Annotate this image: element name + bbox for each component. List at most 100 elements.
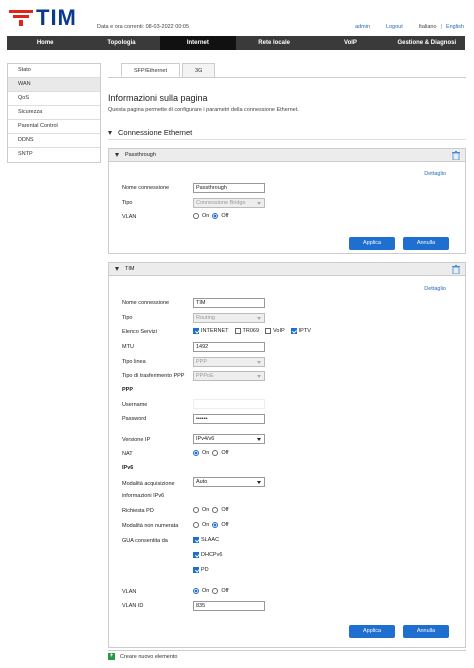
chevron-down-icon	[257, 375, 261, 378]
section-toggle[interactable]: Connessione Ethernet	[108, 128, 192, 137]
vlan-id-input[interactable]: 835	[193, 601, 265, 611]
sidebar-item-qos[interactable]: QoS	[8, 92, 100, 106]
page-title: Informazioni sulla pagina	[108, 93, 208, 103]
services-label: Elenco Servizi	[122, 329, 157, 335]
pd-on-radio[interactable]	[193, 507, 199, 513]
unnumbered-on-radio[interactable]	[193, 522, 199, 528]
detail-link[interactable]: Dettaglio	[424, 171, 446, 177]
connection-name-label: Nome connessione	[122, 185, 170, 191]
tab-sfp-ethernet[interactable]: SFP/Ethernet	[121, 63, 181, 77]
panel-title: TIM	[125, 266, 135, 272]
ip-version-select[interactable]: IPv4/v6	[193, 434, 265, 444]
nav-voip[interactable]: VoIP	[312, 36, 388, 50]
sidebar-item-stato[interactable]: Stato	[8, 64, 100, 78]
password-input[interactable]: ••••••	[193, 414, 265, 424]
tab-divider	[108, 77, 466, 78]
vlan-label: VLAN	[122, 589, 137, 595]
pd-off-radio[interactable]	[212, 507, 219, 513]
section-divider	[108, 139, 466, 140]
vlan-on-radio[interactable]	[193, 213, 199, 219]
acquisition-mode-select[interactable]: Auto	[193, 477, 265, 487]
ppp-transfer-select[interactable]: PPPoE	[193, 371, 265, 381]
chevron-down-icon	[257, 481, 261, 484]
dhcpv6-checkbox[interactable]	[193, 552, 199, 558]
sidebar-item-wan[interactable]: WAN	[8, 78, 100, 92]
add-new-element-label: Creare nuovo elemento	[120, 653, 178, 660]
user-link[interactable]: admin	[355, 24, 370, 30]
ppp-heading: PPP	[122, 387, 134, 393]
mtu-input[interactable]: 1492	[193, 342, 265, 352]
vlan-off-radio[interactable]	[212, 213, 219, 219]
unnumbered-mode-label: Modalità non numerata	[122, 523, 179, 529]
chevron-down-icon	[257, 317, 261, 320]
chevron-down-icon	[257, 438, 261, 441]
unnumbered-off-radio[interactable]	[212, 522, 219, 528]
lang-english-link[interactable]: English	[446, 24, 464, 30]
nav-topologia[interactable]: Topologia	[83, 36, 159, 50]
type-select-value: Connessione Bridge	[196, 200, 246, 206]
vlan-id-label: VLAN ID	[122, 603, 144, 609]
sidebar-item-sntp[interactable]: SNTP	[8, 148, 100, 162]
nat-on-radio[interactable]	[193, 450, 199, 456]
slaac-checkbox[interactable]	[193, 537, 199, 543]
vlan-radio-group: On Off	[193, 588, 229, 594]
chevron-down-icon	[257, 361, 261, 364]
cancel-button[interactable]: Annulla	[403, 237, 449, 250]
apply-button[interactable]: Applica	[349, 237, 395, 250]
panel-header[interactable]: TIM	[109, 263, 465, 276]
detail-link[interactable]: Dettaglio	[424, 286, 446, 292]
connection-name-input[interactable]: TIM	[193, 298, 265, 308]
gua-slaac-row: SLAAC	[193, 537, 219, 543]
tim-logo-icon	[9, 10, 33, 26]
nav-internet[interactable]: Internet	[159, 36, 236, 50]
vlan-on-label: On	[202, 588, 210, 594]
cancel-button[interactable]: Annulla	[403, 625, 449, 638]
nat-radio-group: On Off	[193, 450, 229, 456]
vlan-on-radio[interactable]	[193, 588, 199, 594]
ppp-transfer-label: Tipo di trasferimento PPP	[122, 373, 185, 379]
vlan-off-radio[interactable]	[212, 588, 219, 594]
trash-icon[interactable]	[452, 265, 460, 274]
apply-button[interactable]: Applica	[349, 625, 395, 638]
tab-bar: SFP/Ethernet 3G	[121, 63, 217, 77]
add-new-element[interactable]: + Creare nuovo elemento	[108, 650, 466, 662]
type-label: Tipo	[122, 200, 133, 206]
line-type-value: PPP	[196, 359, 208, 365]
internet-label: INTERNET	[201, 328, 229, 334]
pd-checkbox[interactable]	[193, 567, 199, 573]
pd-off-label: Off	[221, 507, 229, 513]
nav-rete-locale[interactable]: Rete locale	[236, 36, 312, 50]
sidebar-item-parental-control[interactable]: Parental Control	[8, 120, 100, 134]
type-select-value: Routing	[196, 315, 215, 321]
username-input[interactable]	[193, 399, 265, 409]
nat-off-radio[interactable]	[212, 450, 219, 456]
collapse-triangle-icon	[115, 267, 119, 271]
connection-name-input[interactable]: Passthrough	[193, 183, 265, 193]
nav-gestione-diagnosi[interactable]: Gestione & Diagnosi	[389, 36, 465, 50]
line-type-select[interactable]: PPP	[193, 357, 265, 367]
ipv6-info-label: informazioni IPv6	[122, 493, 165, 499]
sidebar-item-sicurezza[interactable]: Sicurezza	[8, 106, 100, 120]
internet-checkbox[interactable]	[193, 328, 199, 334]
iptv-checkbox[interactable]	[290, 328, 297, 334]
top-links: admin Logout Italiano | English	[355, 24, 464, 30]
acquisition-mode-label: Modalità acquisizione	[122, 481, 175, 487]
trash-icon[interactable]	[452, 151, 460, 160]
ppp-transfer-value: PPPoE	[196, 373, 214, 379]
tab-3g[interactable]: 3G	[182, 63, 216, 77]
voip-checkbox[interactable]	[265, 328, 272, 334]
type-label: Tipo	[122, 315, 133, 321]
logout-link[interactable]: Logout	[386, 24, 403, 30]
tr069-checkbox[interactable]	[234, 328, 241, 334]
panel-header[interactable]: Passthrough	[109, 149, 465, 162]
tr069-label: TR069	[242, 328, 260, 334]
lang-italian[interactable]: Italiano	[419, 24, 437, 30]
type-select[interactable]: Connessione Bridge	[193, 198, 265, 208]
pd-on-label: On	[202, 507, 210, 513]
type-select[interactable]: Routing	[193, 313, 265, 323]
sidebar-item-ddns[interactable]: DDNS	[8, 134, 100, 148]
acquisition-mode-value: Auto	[196, 479, 208, 485]
ip-version-label: Versione IP	[122, 437, 151, 443]
connection-name-label: Nome connessione	[122, 300, 170, 306]
nav-home[interactable]: Home	[7, 36, 83, 50]
